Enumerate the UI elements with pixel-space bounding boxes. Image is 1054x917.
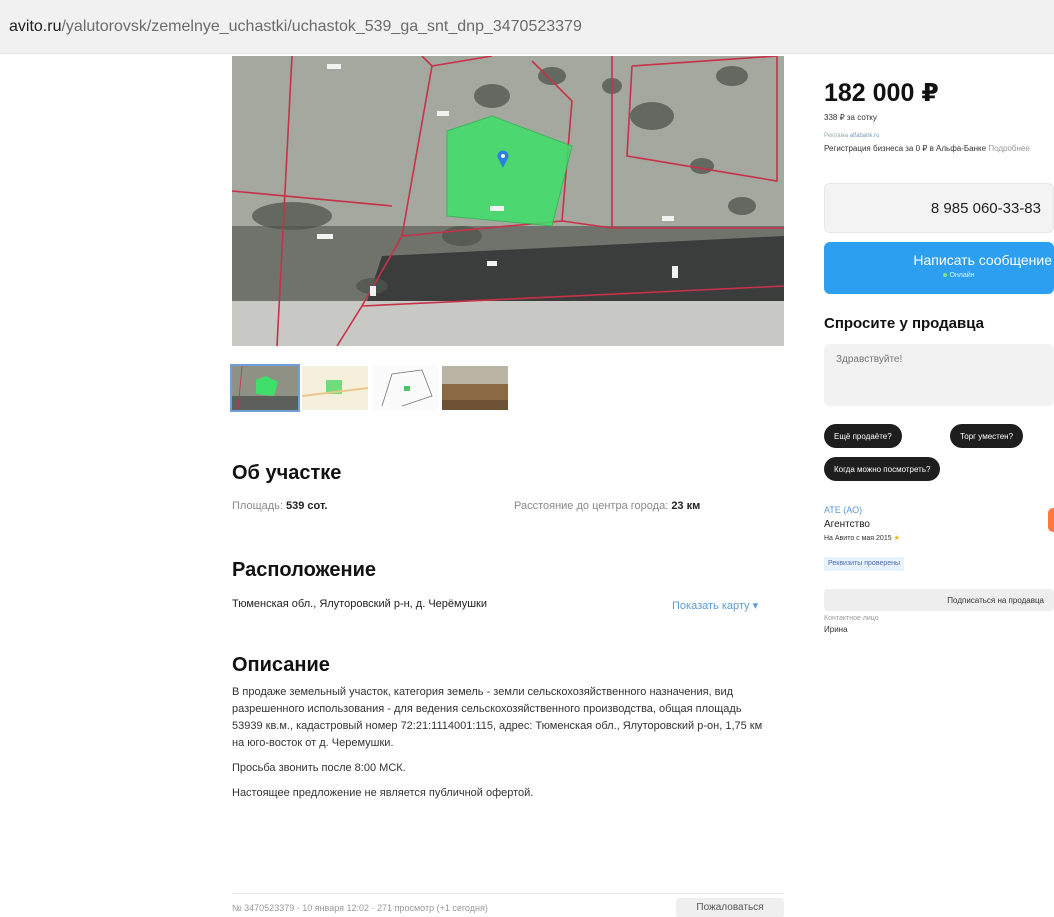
ask-seller-title: Спросите у продавца <box>824 315 984 332</box>
description-paragraph: В продаже земельный участок, категория з… <box>232 686 763 749</box>
divider <box>232 893 784 894</box>
thumbnail-3[interactable] <box>372 366 438 410</box>
star-icon: ★ <box>893 535 900 542</box>
listing-meta: № 3470523379 · 10 января 12:02 · 271 про… <box>232 903 488 913</box>
address-text: Тюменская обл., Ялуторовский р-н, д. Чер… <box>232 598 487 610</box>
show-phone-button[interactable]: 8 985 060-33-83 <box>824 183 1054 233</box>
main-photo[interactable] <box>232 56 784 346</box>
ad-more-link[interactable]: Подробнее <box>988 144 1030 153</box>
ask-seller-input[interactable] <box>824 344 1054 406</box>
show-map-link[interactable]: Показать карту ▾ <box>672 599 758 612</box>
photo-thumbnails <box>230 364 508 412</box>
thumbnail-1[interactable] <box>230 364 300 412</box>
area-param: Площадь: 539 сот. <box>232 500 328 512</box>
seller-type: Агентство <box>824 519 870 530</box>
ad-label: Реклама alfabank.ru <box>824 133 880 139</box>
section-location-title: Расположение <box>232 559 377 581</box>
description-paragraph: Просьба звонить после 8:00 МСК. <box>232 762 406 774</box>
quick-question-chip[interactable]: Когда можно посмотреть? <box>824 457 941 481</box>
verified-badge: Реквизиты проверены <box>824 557 905 571</box>
seller-since: На Авито с мая 2015 ★ <box>824 535 900 542</box>
distance-value: 23 км <box>671 500 701 512</box>
price: 182 000 ₽ <box>824 79 939 107</box>
subscribe-seller-button[interactable]: Подписаться на продавца <box>824 589 1054 611</box>
write-message-button[interactable]: Написать сообщение Онлайн <box>824 242 1054 294</box>
thumbnail-4[interactable] <box>442 366 508 410</box>
thumbnail-2[interactable] <box>302 366 368 410</box>
contact-person-label: Контактное лицо <box>824 615 879 622</box>
area-value: 539 сот. <box>286 500 328 512</box>
url-text[interactable]: avito.ru/yalutorovsk/zemelnye_uchastki/u… <box>9 18 582 36</box>
satellite-map-image <box>232 56 784 346</box>
quick-question-chip[interactable]: Торг уместен? <box>950 424 1024 448</box>
ad-banner[interactable]: Регистрация бизнеса за 0 ₽ в Альфа-Банке… <box>824 143 1042 154</box>
online-status: Онлайн <box>824 272 1054 279</box>
contact-person-name: Ирина <box>824 625 848 634</box>
browser-address-bar[interactable]: avito.ru/yalutorovsk/zemelnye_uchastki/u… <box>0 0 1054 54</box>
seller-name-link[interactable]: АТЕ (АО) <box>824 505 862 515</box>
write-message-label: Написать сообщение <box>913 251 1052 268</box>
complain-button[interactable]: Пожаловаться <box>676 898 784 917</box>
price-per-unit: 338 ₽ за сотку <box>824 113 877 122</box>
section-about-title: Об участке <box>232 462 342 484</box>
description-text: В продаже земельный участок, категория з… <box>232 684 772 810</box>
section-description-title: Описание <box>232 654 330 676</box>
seller-avatar[interactable] <box>1048 508 1054 532</box>
distance-param: Расстояние до центра города: 23 км <box>514 500 701 512</box>
description-paragraph: Настоящее предложение не является публич… <box>232 787 534 799</box>
quick-question-chip[interactable]: Ещё продаёте? <box>824 424 902 448</box>
